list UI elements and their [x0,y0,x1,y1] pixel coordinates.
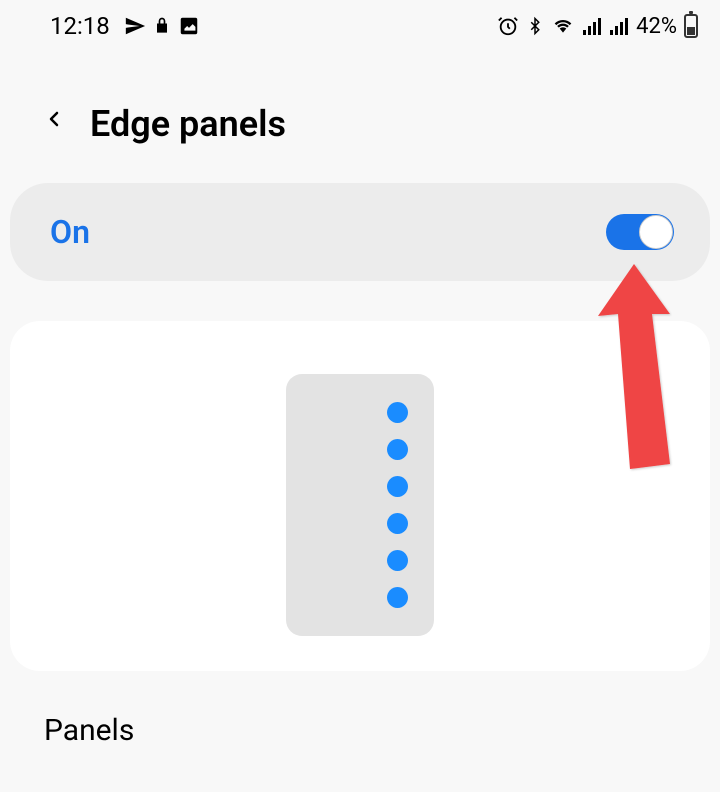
preview-app-dot [387,513,408,534]
toggle-thumb [639,215,673,249]
status-time: 12:18 [50,12,110,40]
panels-section-label[interactable]: Panels [0,671,720,748]
master-toggle-row[interactable]: On [10,183,710,281]
status-notification-icons [124,15,200,37]
preview-app-dot [387,439,408,460]
back-button[interactable] [42,102,66,145]
status-left: 12:18 [50,12,200,40]
preview-app-dot [387,550,408,571]
toggle-label: On [50,213,90,251]
status-bar: 12:18 42% [0,0,720,50]
header: Edge panels [0,86,720,175]
status-right: 42% [497,14,698,39]
preview-app-dot [387,587,408,608]
bluetooth-icon [526,15,544,37]
battery-percent: 42% [636,14,677,39]
alarm-icon [497,15,519,37]
preview-section [10,321,710,671]
edge-panel-preview [286,374,434,636]
signal-icon-1 [582,16,602,36]
battery-icon [684,14,698,38]
page-title: Edge panels [90,103,286,145]
preview-app-dot [387,402,408,423]
toggle-switch[interactable] [606,214,674,250]
telegram-icon [124,15,146,37]
image-icon [178,15,200,37]
signal-icon-2 [609,16,629,36]
lock-icon [152,15,172,37]
preview-app-dot [387,476,408,497]
wifi-icon [551,16,575,36]
